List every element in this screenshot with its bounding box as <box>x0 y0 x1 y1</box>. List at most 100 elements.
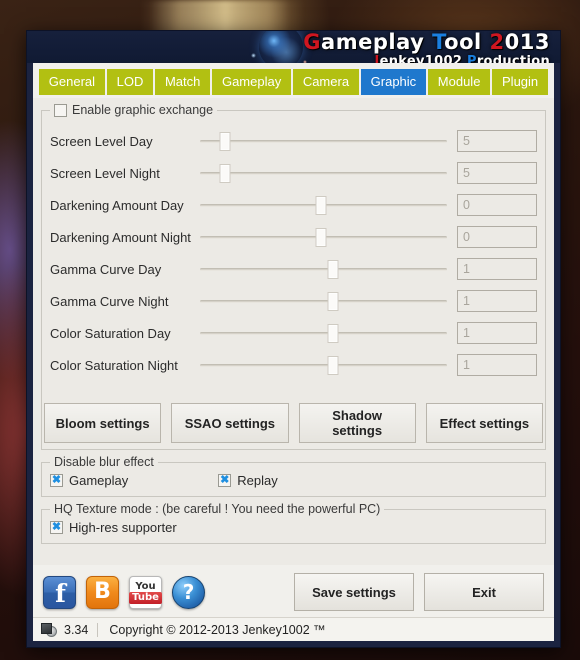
facebook-icon-glyph: f <box>55 578 66 608</box>
enable-graphic-exchange-legend: Enable graphic exchange <box>50 103 218 117</box>
settings-buttons-row: Bloom settings SSAO settings Shadow settin… <box>44 403 543 443</box>
slider-darkening-amount-day[interactable] <box>200 194 447 216</box>
slider-track-gamma-curve-day[interactable] <box>200 268 447 271</box>
slider-row-color-saturation-day: Color Saturation Day 1 <box>50 317 537 349</box>
slider-value-screen-level-day[interactable]: 5 <box>457 130 537 152</box>
disable-blur-checkbox-replay[interactable] <box>218 473 232 487</box>
save-settings-button[interactable]: Save settings <box>294 573 414 611</box>
disable-blur-effect-group: Disable blur effect Gameplay Replay <box>41 455 546 497</box>
slider-color-saturation-day[interactable] <box>200 322 447 344</box>
hq-texture-checkbox-high-res-supporter[interactable] <box>50 520 63 534</box>
social-links: f B You Tube? <box>43 575 205 609</box>
app-title-part-3: ool <box>444 31 490 54</box>
app-title-part-2: T <box>432 31 445 54</box>
app-title-part-4: 2 <box>489 31 505 54</box>
slider-row-gamma-curve-night: Gamma Curve Night 1 <box>50 285 537 317</box>
slider-row-gamma-curve-day: Gamma Curve Day 1 <box>50 253 537 285</box>
exit-button[interactable]: Exit <box>424 573 544 611</box>
slider-row-darkening-amount-night: Darkening Amount Night 0 <box>50 221 537 253</box>
tab-lod[interactable]: LOD <box>106 69 154 95</box>
slider-track-screen-level-night[interactable] <box>200 172 447 175</box>
bloom-settings-button[interactable]: Bloom settings <box>44 403 162 443</box>
slider-value-gamma-curve-day[interactable]: 1 <box>457 258 537 280</box>
slider-thumb-gamma-curve-night[interactable] <box>327 292 339 311</box>
slider-value-darkening-amount-night[interactable]: 0 <box>457 226 537 248</box>
slider-thumb-screen-level-day[interactable] <box>219 132 231 151</box>
slider-value-screen-level-night[interactable]: 5 <box>457 162 537 184</box>
slider-thumb-darkening-amount-day[interactable] <box>315 196 327 215</box>
app-subtitle: Jenkey1002 Production <box>303 55 550 63</box>
status-separator <box>97 622 99 637</box>
slider-color-saturation-night[interactable] <box>200 354 447 376</box>
slider-darkening-amount-night[interactable] <box>200 226 447 248</box>
tab-match[interactable]: Match <box>155 69 211 95</box>
slider-gamma-curve-night[interactable] <box>200 290 447 312</box>
help-icon[interactable]: ? <box>172 575 205 609</box>
sliders-container: Screen Level Day 5 Screen Level Night 5 Dark… <box>42 111 545 391</box>
window-header: Gameplay Tool 2013 Jenkey1002 Production <box>27 31 560 63</box>
slider-track-color-saturation-night[interactable] <box>200 364 447 367</box>
header-spark-left-icon <box>251 53 256 58</box>
slider-value-darkening-amount-day[interactable]: 0 <box>457 194 537 216</box>
slider-label-color-saturation-night: Color Saturation Night <box>50 357 178 373</box>
enable-graphic-exchange-label: Enable graphic exchange <box>72 103 214 117</box>
enable-graphic-exchange-checkbox[interactable] <box>54 103 67 117</box>
tab-gameplay[interactable]: Gameplay <box>212 69 292 95</box>
version-label: 3.34 <box>64 622 89 637</box>
slider-thumb-gamma-curve-day[interactable] <box>327 260 339 279</box>
slider-value-color-saturation-day[interactable]: 1 <box>457 322 537 344</box>
slider-track-color-saturation-day[interactable] <box>200 332 447 335</box>
blogger-icon[interactable]: B <box>86 575 119 609</box>
disable-blur-option-gameplay[interactable]: Gameplay <box>50 473 128 488</box>
slider-screen-level-day[interactable] <box>200 130 447 152</box>
app-subtitle-part-3: roduction <box>476 54 550 63</box>
youtube-icon[interactable]: You Tube <box>129 575 162 609</box>
slider-label-darkening-amount-day: Darkening Amount Day <box>50 197 184 213</box>
slider-track-screen-level-day[interactable] <box>200 140 447 143</box>
action-buttons: Save settings Exit <box>294 573 544 611</box>
facebook-icon[interactable]: f <box>43 575 76 609</box>
slider-label-color-saturation-day: Color Saturation Day <box>50 325 171 341</box>
tab-module[interactable]: Module <box>427 69 491 95</box>
youtube-tube-text: Tube <box>129 591 162 604</box>
hq-texture-option-high-res-supporter[interactable]: High-res supporter <box>50 520 537 535</box>
tab-graphic[interactable]: Graphic <box>360 69 426 95</box>
ssao-settings-button[interactable]: SSAO settings <box>171 403 289 443</box>
blogger-icon-glyph: B <box>94 579 111 604</box>
hq-texture-mode-group: HQ Texture mode : (be careful ! You need… <box>41 502 546 544</box>
slider-label-darkening-amount-night: Darkening Amount Night <box>50 229 191 245</box>
disable-blur-option-replay[interactable]: Replay <box>218 473 278 488</box>
app-version-icon <box>41 622 57 637</box>
hq-texture-mode-legend: HQ Texture mode : (be careful ! You need… <box>50 502 385 516</box>
effect-settings-button[interactable]: Effect settings <box>425 403 543 443</box>
header-titles: Gameplay Tool 2013 Jenkey1002 Production <box>303 32 550 64</box>
slider-row-screen-level-night: Screen Level Night 5 <box>50 157 537 189</box>
gameplay-tool-window: Gameplay Tool 2013 Jenkey1002 Production… <box>26 30 561 648</box>
slider-gamma-curve-day[interactable] <box>200 258 447 280</box>
slider-value-color-saturation-night[interactable]: 1 <box>457 354 537 376</box>
graphic-tab-page: Enable graphic exchange Screen Level Day… <box>33 98 554 565</box>
app-title-part-5: 013 <box>504 31 550 54</box>
app-title: Gameplay Tool 2013 <box>303 32 550 53</box>
slider-label-screen-level-day: Screen Level Day <box>50 133 153 149</box>
shadow-settings-button[interactable]: Shadow settings <box>298 403 416 443</box>
slider-track-gamma-curve-night[interactable] <box>200 300 447 303</box>
disable-blur-label-replay: Replay <box>237 473 278 488</box>
tab-general[interactable]: General <box>39 69 105 95</box>
enable-graphic-exchange-group: Enable graphic exchange Screen Level Day… <box>41 103 546 450</box>
disable-blur-checkbox-gameplay[interactable] <box>50 473 63 487</box>
slider-screen-level-night[interactable] <box>200 162 447 184</box>
slider-value-gamma-curve-night[interactable]: 1 <box>457 290 537 312</box>
slider-thumb-darkening-amount-night[interactable] <box>315 228 327 247</box>
tab-plugin[interactable]: Plugin <box>492 69 548 95</box>
slider-label-screen-level-night: Screen Level Night <box>50 165 160 181</box>
disable-blur-effect-legend: Disable blur effect <box>50 455 158 469</box>
slider-thumb-color-saturation-night[interactable] <box>327 356 339 375</box>
slider-thumb-screen-level-night[interactable] <box>219 164 231 183</box>
slider-thumb-color-saturation-day[interactable] <box>327 324 339 343</box>
app-subtitle-part-1: enkey1002 <box>379 54 467 63</box>
slider-label-gamma-curve-day: Gamma Curve Day <box>50 261 162 277</box>
tab-camera[interactable]: Camera <box>293 69 359 95</box>
status-bar: 3.34 Copyright © 2012-2013 Jenkey1002 ™ <box>33 617 554 641</box>
slider-label-gamma-curve-night: Gamma Curve Night <box>50 293 169 309</box>
